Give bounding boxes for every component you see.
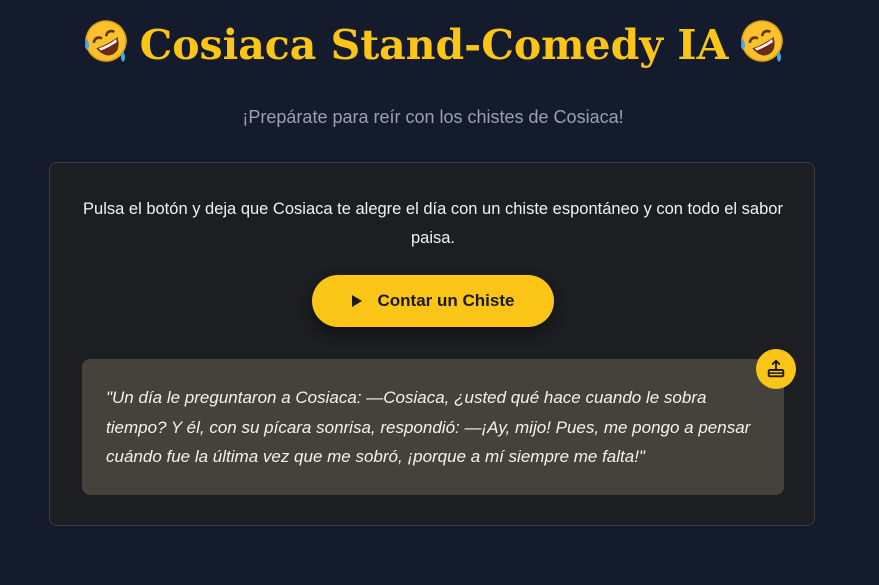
joke-card: Pulsa el botón y deja que Cosiaca te ale… <box>49 162 815 526</box>
rofl-emoji-icon <box>738 17 786 65</box>
intro-text: Pulsa el botón y deja que Cosiaca te ale… <box>83 200 783 247</box>
tell-joke-button[interactable]: Contar un Chiste <box>312 275 554 327</box>
title-text: Cosiaca Stand-Comedy IA <box>139 21 729 69</box>
subtitle: ¡Prepárate para reír con los chistes de … <box>242 107 624 127</box>
share-button[interactable] <box>756 349 796 389</box>
joke-text: "Un día le preguntaron a Cosiaca: —Cosia… <box>106 388 751 466</box>
page: Cosiaca Stand-Comedy IA ¡Prepárate para … <box>0 0 879 585</box>
page-title: Cosiaca Stand-Comedy IA <box>0 14 868 76</box>
play-icon <box>351 295 362 307</box>
joke-box: "Un día le preguntaron a Cosiaca: —Cosia… <box>82 359 784 495</box>
rofl-emoji-icon <box>82 17 130 65</box>
share-icon <box>767 359 785 378</box>
tell-joke-button-label: Contar un Chiste <box>377 291 515 310</box>
